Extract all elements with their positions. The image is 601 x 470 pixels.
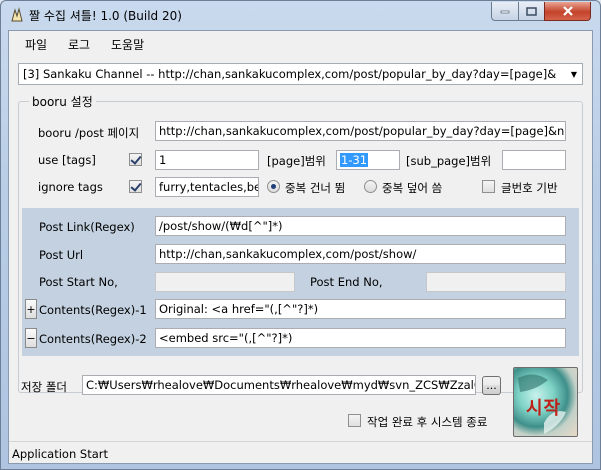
main-window: 짤 수집 셔틀! 1.0 (Build 20) 파일 로그 도움말 [3] Sa…	[0, 0, 601, 470]
contents1-label: Contents(Regex)-1	[39, 303, 147, 317]
remove-contents-button[interactable]: −	[25, 328, 37, 348]
status-bar: Application Start	[9, 441, 592, 463]
menu-help[interactable]: 도움말	[111, 36, 144, 53]
post-url-label: Post Url	[39, 248, 84, 262]
client-area: 파일 로그 도움말 [3] Sankaku Channel -- http://…	[8, 30, 593, 464]
contents1-input[interactable]: Original: <a href="(,[^"?]*)	[155, 299, 566, 319]
post-link-label: Post Link(Regex)	[39, 220, 135, 234]
maximize-icon	[526, 6, 537, 16]
sub-page-range-input[interactable]	[502, 150, 566, 170]
skip-duplicate-label: 중복 건너 뜀	[285, 181, 346, 195]
menu-bar: 파일 로그 도움말	[9, 31, 592, 55]
post-end-label: Post End No,	[310, 275, 383, 289]
tags-input[interactable]: 1	[155, 150, 259, 170]
app-icon	[11, 7, 23, 22]
browse-button[interactable]: ...	[482, 376, 501, 395]
dropdown-arrow-icon[interactable]: ▼	[566, 64, 582, 84]
ignore-tags-input[interactable]: furry,tentacles,be	[155, 177, 259, 197]
by-post-number-label: 글번호 기반	[501, 181, 558, 195]
skip-duplicate-radio[interactable]	[267, 180, 280, 193]
status-text: Application Start	[12, 447, 109, 461]
start-button[interactable]: 시작	[513, 367, 578, 437]
page-range-label: [page]범위	[267, 154, 326, 168]
menu-file[interactable]: 파일	[25, 36, 47, 53]
close-button[interactable]	[544, 2, 591, 21]
use-tags-label: use [tags]	[38, 153, 96, 167]
save-folder-label: 저장 폴더	[21, 380, 67, 394]
page-range-input[interactable]: 1-31	[336, 150, 400, 170]
contents2-input[interactable]: <embed src="(,[^"?]*)	[155, 328, 566, 348]
minimize-button[interactable]	[491, 2, 519, 21]
save-folder-input[interactable]: C:₩Users₩rhealove₩Documents₩rhealove₩myd…	[82, 375, 476, 395]
post-start-input[interactable]	[155, 272, 295, 292]
shutdown-label: 작업 완료 후 시스템 종료	[367, 415, 488, 429]
overwrite-duplicate-label: 중복 덮어 씀	[382, 181, 443, 195]
menu-log[interactable]: 로그	[68, 36, 90, 53]
title-bar[interactable]: 짤 수집 셔틀! 1.0 (Build 20)	[1, 1, 600, 29]
post-link-input[interactable]: /post/show/(₩d[^"]*)	[155, 216, 566, 236]
post-page-input[interactable]: http://chan,sankakucomplex,com/post/popu…	[155, 121, 566, 141]
start-label: 시작	[526, 398, 562, 419]
use-tags-checkbox[interactable]	[129, 153, 142, 166]
channel-select[interactable]: [3] Sankaku Channel -- http://chan,sanka…	[18, 63, 583, 85]
contents2-label: Contents(Regex)-2	[39, 332, 147, 346]
channel-select-value: [3] Sankaku Channel -- http://chan,sanka…	[23, 67, 557, 81]
post-page-label: booru /post 페이지	[38, 126, 140, 140]
maximize-button[interactable]	[518, 2, 545, 21]
ignore-tags-label: ignore tags	[38, 180, 103, 194]
ignore-tags-checkbox[interactable]	[129, 180, 142, 193]
by-post-number-checkbox[interactable]	[482, 180, 495, 193]
window-title: 짤 수집 셔틀! 1.0 (Build 20)	[29, 9, 182, 23]
post-url-input[interactable]: http://chan,sankakucomplex,com/post/show…	[155, 244, 566, 264]
shutdown-checkbox[interactable]	[348, 414, 361, 427]
minimize-icon	[500, 10, 510, 14]
add-contents-button[interactable]: +	[25, 299, 37, 319]
overwrite-duplicate-radio[interactable]	[364, 180, 377, 193]
post-end-input[interactable]	[426, 272, 566, 292]
booru-settings-label: booru 설정	[29, 93, 96, 110]
close-icon	[562, 6, 573, 16]
post-start-label: Post Start No,	[39, 275, 118, 289]
sub-page-range-label: [sub_page]범위	[406, 154, 492, 168]
